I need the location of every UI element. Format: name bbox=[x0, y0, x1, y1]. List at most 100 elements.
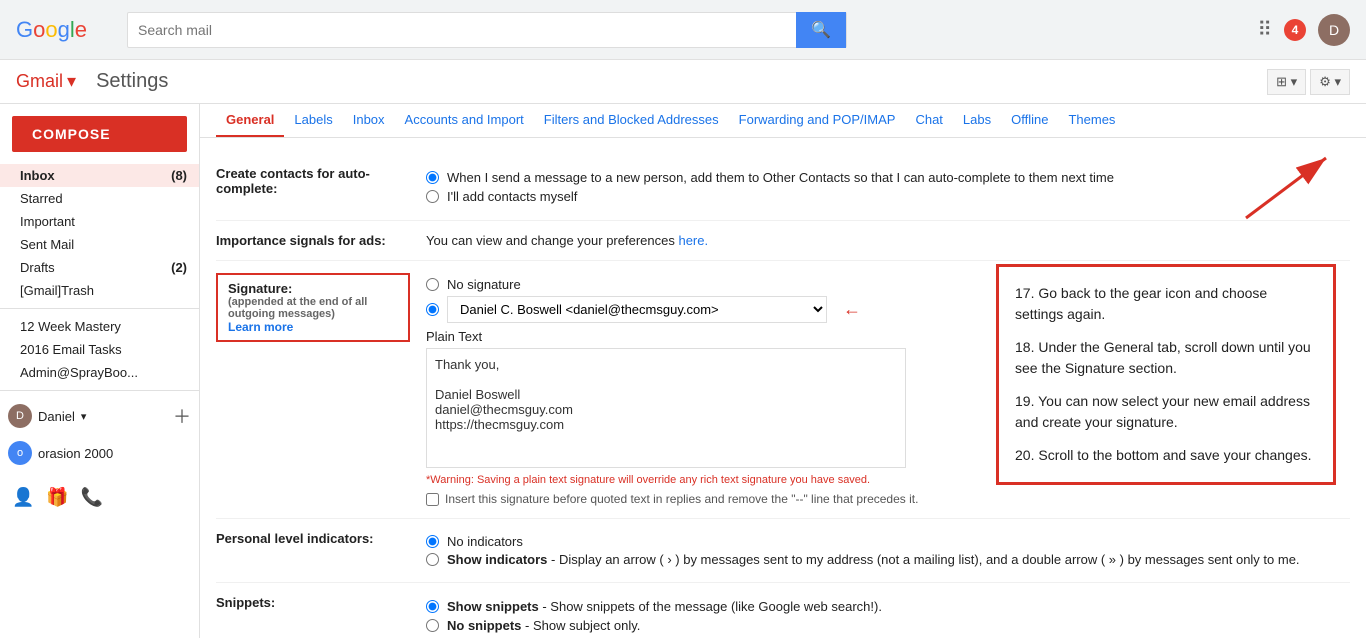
no-snippets-row: No snippets - Show subject only. bbox=[426, 618, 1350, 633]
activity-icon[interactable]: 🎁 bbox=[46, 487, 68, 508]
sidebar-item-sent[interactable]: Sent Mail bbox=[0, 233, 199, 256]
sidebar-sent-label: Sent Mail bbox=[20, 237, 74, 252]
sidebar-item-trash[interactable]: [Gmail]Trash bbox=[0, 279, 199, 302]
sig-line1: Thank you, bbox=[435, 357, 897, 372]
autocomplete-option1-label: When I send a message to a new person, a… bbox=[447, 170, 1114, 185]
autocomplete-row: Create contacts for auto-complete: When … bbox=[216, 154, 1350, 221]
orasion-avatar: o bbox=[8, 441, 32, 465]
autocomplete-option2-label: I'll add contacts myself bbox=[447, 189, 577, 204]
no-snippets-label: No snippets - Show subject only. bbox=[447, 618, 640, 633]
header-icons: ⊞ ▾ ⚙ ▾ bbox=[1267, 69, 1350, 95]
sidebar-item-drafts[interactable]: Drafts (2) bbox=[0, 256, 199, 279]
compose-button[interactable]: COMPOSE bbox=[12, 116, 187, 152]
signature-label-box: Signature: (appended at the end of all o… bbox=[216, 273, 410, 342]
orasion-name: orasion 2000 bbox=[38, 446, 113, 461]
settings-tabs: General Labels Inbox Accounts and Import… bbox=[200, 104, 1366, 138]
logo-o2: o bbox=[45, 17, 57, 42]
signature-text-area[interactable]: Thank you, Daniel Boswell daniel@thecmsg… bbox=[426, 348, 906, 468]
no-sig-radio[interactable] bbox=[426, 278, 439, 291]
show-snippets-label: Show snippets - Show snippets of the mes… bbox=[447, 599, 882, 614]
autocomplete-radio1[interactable] bbox=[426, 171, 439, 184]
indicators-row: Personal level indicators: No indicators… bbox=[216, 519, 1350, 583]
tab-offline[interactable]: Offline bbox=[1001, 104, 1058, 137]
importance-link[interactable]: here. bbox=[678, 233, 708, 248]
tab-general[interactable]: General bbox=[216, 104, 284, 137]
signature-title: Signature: bbox=[228, 281, 398, 296]
annotation-step18: 18. Under the General tab, scroll down u… bbox=[1015, 337, 1317, 379]
snippets-value: Show snippets - Show snippets of the mes… bbox=[426, 595, 1350, 637]
indicators-label: Personal level indicators: bbox=[216, 531, 426, 546]
top-right-icons: ⠿ 4 D bbox=[1257, 14, 1350, 46]
sig-email-radio[interactable] bbox=[426, 303, 439, 316]
tab-inbox[interactable]: Inbox bbox=[343, 104, 395, 137]
importance-value: You can view and change your preferences… bbox=[426, 233, 1350, 248]
sidebar-user-daniel[interactable]: D Daniel ▾ ＋ bbox=[0, 397, 199, 435]
autocomplete-option2-row: I'll add contacts myself bbox=[426, 189, 1350, 204]
show-indicators-row: Show indicators - Display an arrow ( › )… bbox=[426, 552, 1350, 567]
no-indicators-radio[interactable] bbox=[426, 535, 439, 548]
layout-button[interactable]: ⊞ ▾ bbox=[1267, 69, 1306, 95]
signature-email-select[interactable]: Daniel C. Boswell <daniel@thecmsguy.com> bbox=[447, 296, 827, 323]
content-area: General Labels Inbox Accounts and Import… bbox=[200, 104, 1366, 638]
show-indicators-radio[interactable] bbox=[426, 553, 439, 566]
daniel-avatar: D bbox=[8, 404, 32, 428]
importance-text: You can view and change your preferences bbox=[426, 233, 678, 248]
sig-line3: Daniel Boswell bbox=[435, 387, 897, 402]
apps-grid-icon[interactable]: ⠿ bbox=[1257, 17, 1272, 42]
autocomplete-radio2[interactable] bbox=[426, 190, 439, 203]
annotation-step19: 19. You can now select your new email ad… bbox=[1015, 391, 1317, 433]
tab-themes[interactable]: Themes bbox=[1058, 104, 1125, 137]
show-snippets-radio[interactable] bbox=[426, 600, 439, 613]
notification-badge[interactable]: 4 bbox=[1284, 19, 1306, 41]
sig-checkbox-row: Insert this signature before quoted text… bbox=[426, 492, 1350, 506]
tab-labels[interactable]: Labels bbox=[284, 104, 342, 137]
tab-labs[interactable]: Labs bbox=[953, 104, 1001, 137]
importance-label: Importance signals for ads: bbox=[216, 233, 426, 248]
search-input[interactable] bbox=[128, 22, 796, 38]
sidebar-item-starred[interactable]: Starred bbox=[0, 187, 199, 210]
add-account-icon[interactable]: ＋ bbox=[173, 403, 191, 429]
signature-label-col: Signature: (appended at the end of all o… bbox=[216, 273, 426, 342]
main-layout: COMPOSE Inbox (8) Starred Important Sent… bbox=[0, 104, 1366, 638]
tab-accounts[interactable]: Accounts and Import bbox=[395, 104, 534, 137]
sidebar-item-12week[interactable]: 12 Week Mastery bbox=[0, 315, 199, 338]
signature-sublabel: (appended at the end of all outgoing mes… bbox=[228, 296, 398, 320]
phone-icon[interactable]: 📞 bbox=[81, 487, 103, 508]
gmail-label[interactable]: Gmail ▾ bbox=[16, 71, 76, 92]
sig-line4: daniel@thecmsguy.com bbox=[435, 402, 897, 417]
search-button[interactable]: 🔍 bbox=[796, 12, 846, 48]
sig-checkbox[interactable] bbox=[426, 493, 439, 506]
sidebar-item-inbox-label: Inbox bbox=[20, 168, 55, 183]
autocomplete-label: Create contacts for auto-complete: bbox=[216, 166, 426, 196]
signature-learn-more[interactable]: Learn more bbox=[228, 320, 398, 334]
snippets-row: Snippets: Show snippets - Show snippets … bbox=[216, 583, 1350, 638]
sidebar-item-important[interactable]: Important bbox=[0, 210, 199, 233]
tab-chat[interactable]: Chat bbox=[905, 104, 952, 137]
importance-row: Importance signals for ads: You can view… bbox=[216, 221, 1350, 261]
logo-g2: g bbox=[58, 17, 70, 42]
tab-filters[interactable]: Filters and Blocked Addresses bbox=[534, 104, 729, 137]
sidebar-divider2 bbox=[0, 390, 199, 391]
sidebar-drafts-count: (2) bbox=[171, 260, 187, 275]
logo-g: G bbox=[16, 17, 33, 42]
no-indicators-label: No indicators bbox=[447, 534, 523, 549]
settings-gear-button[interactable]: ⚙ ▾ bbox=[1310, 69, 1350, 95]
tab-forwarding[interactable]: Forwarding and POP/IMAP bbox=[729, 104, 906, 137]
contacts-icon[interactable]: 👤 bbox=[12, 487, 34, 508]
indicators-value: No indicators Show indicators - Display … bbox=[426, 531, 1350, 570]
show-indicators-label: Show indicators - Display an arrow ( › )… bbox=[447, 552, 1300, 567]
sidebar-divider bbox=[0, 308, 199, 309]
sidebar-item-inbox[interactable]: Inbox (8) bbox=[0, 164, 199, 187]
sidebar-item-admin[interactable]: Admin@SprayBoo... bbox=[0, 361, 199, 384]
sidebar-admin-label: Admin@SprayBoo... bbox=[20, 365, 138, 380]
gmail-header: Gmail ▾ Settings ⊞ ▾ ⚙ ▾ bbox=[0, 60, 1366, 104]
sidebar-important-label: Important bbox=[20, 214, 75, 229]
annotation-step20: 20. Scroll to the bottom and save your c… bbox=[1015, 445, 1317, 466]
daniel-name: Daniel bbox=[38, 409, 75, 424]
sidebar-user-orasion[interactable]: o orasion 2000 bbox=[0, 435, 199, 471]
sidebar-item-2016[interactable]: 2016 Email Tasks bbox=[0, 338, 199, 361]
sidebar-drafts-label: Drafts bbox=[20, 260, 55, 275]
user-avatar[interactable]: D bbox=[1318, 14, 1350, 46]
annotation-step17: 17. Go back to the gear icon and choose … bbox=[1015, 283, 1317, 325]
no-snippets-radio[interactable] bbox=[426, 619, 439, 632]
